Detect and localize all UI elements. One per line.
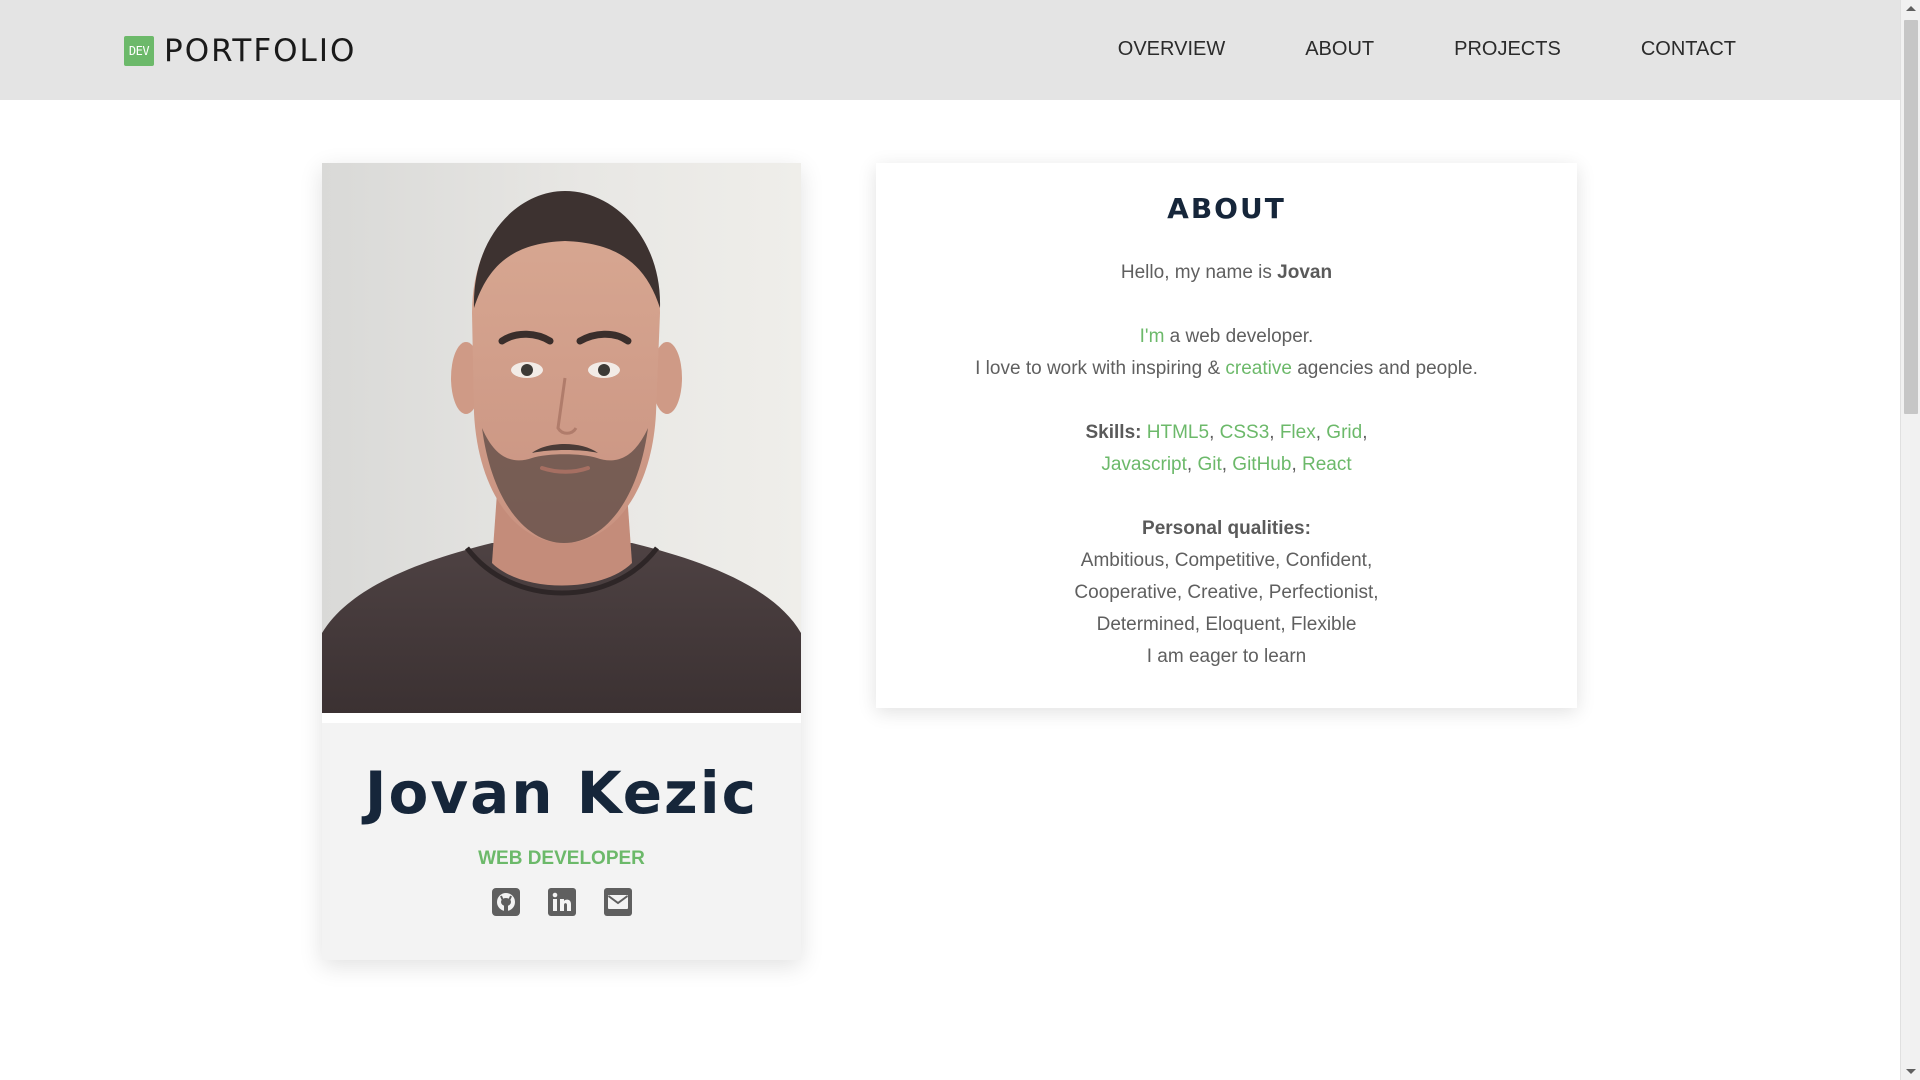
- greeting: Hello, my name is Jovan: [876, 257, 1577, 289]
- profile-title: WEB DEVELOPER: [478, 848, 645, 869]
- scroll-up-arrow-icon[interactable]: [1906, 6, 1916, 11]
- scroll-thumb[interactable]: [1904, 20, 1918, 414]
- qualities-line-2: Cooperative, Creative, Perfectionist,: [1074, 582, 1379, 603]
- nav-item-projects[interactable]: PROJECTS: [1454, 38, 1561, 61]
- email-icon[interactable]: [603, 888, 632, 916]
- profile-name: Jovan Kezic: [364, 759, 759, 827]
- site-header: DEV PORTFOLIO OVERVIEW ABOUT PROJECTS CO…: [0, 0, 1900, 100]
- intro-im-rest: a web developer.: [1164, 326, 1314, 347]
- love-creative: creative: [1225, 358, 1292, 379]
- linkedin-icon[interactable]: [547, 888, 576, 916]
- skill-html5: HTML5: [1146, 422, 1210, 443]
- skill-react: React: [1302, 454, 1352, 475]
- skill-grid: Grid: [1326, 422, 1363, 443]
- nav-item-contact[interactable]: CONTACT: [1641, 38, 1736, 61]
- scroll-down-arrow-icon[interactable]: [1906, 1069, 1916, 1074]
- main-nav: OVERVIEW ABOUT PROJECTS CONTACT: [1038, 38, 1736, 61]
- qualities-label: Personal qualities:: [1142, 518, 1311, 539]
- skill-javascript: Javascript: [1101, 454, 1187, 475]
- page-scrollbar[interactable]: [1900, 0, 1920, 1080]
- qualities-line-3: Determined, Eloquent, Flexible: [1096, 614, 1357, 635]
- nav-item-about[interactable]: ABOUT: [1305, 38, 1374, 61]
- social-links: [322, 888, 801, 916]
- qualities: Personal qualities: Ambitious, Competiti…: [876, 513, 1577, 673]
- skills-line-2: Javascript, Git, GitHub, React: [1101, 454, 1352, 475]
- logo-text: PORTFOLIO: [164, 33, 357, 69]
- greeting-prefix: Hello, my name is: [1120, 262, 1278, 283]
- eager-line: I am eager to learn: [1146, 646, 1307, 667]
- about-heading: ABOUT: [1167, 192, 1286, 225]
- love-suffix: agencies and people.: [1291, 358, 1478, 379]
- profile-photo-illustration: [322, 191, 801, 713]
- profile-card: Jovan Kezic WEB DEVELOPER: [322, 163, 801, 960]
- profile-photo: [322, 163, 801, 713]
- qualities-line-1: Ambitious, Competitive, Confident,: [1080, 550, 1373, 571]
- photo-divider: [322, 713, 801, 723]
- skills-label: Skills:: [1085, 422, 1142, 443]
- about-card: ABOUT Hello, my name is Jovan I'm a web …: [876, 163, 1577, 708]
- greeting-name: Jovan: [1277, 262, 1333, 283]
- skills: Skills: HTML5, CSS3, Flex, Grid, Javascr…: [876, 417, 1577, 481]
- love-prefix: I love to work with inspiring &: [975, 358, 1226, 379]
- skill-git: Git: [1197, 454, 1222, 475]
- skill-css3: CSS3: [1219, 422, 1270, 443]
- intro: I'm a web developer. I love to work with…: [876, 321, 1577, 385]
- nav-item-overview[interactable]: OVERVIEW: [1118, 38, 1225, 61]
- github-icon[interactable]: [491, 888, 520, 916]
- skills-line-1: Skills: HTML5, CSS3, Flex, Grid,: [1085, 422, 1368, 443]
- skill-flex: Flex: [1279, 422, 1316, 443]
- logo[interactable]: DEV PORTFOLIO: [124, 33, 356, 69]
- intro-line-1: I'm a web developer.: [876, 321, 1577, 353]
- intro-line-2: I love to work with inspiring & creative…: [876, 353, 1577, 385]
- skill-github: GitHub: [1232, 454, 1292, 475]
- intro-im: I'm: [1139, 326, 1165, 347]
- logo-badge: DEV: [124, 36, 154, 66]
